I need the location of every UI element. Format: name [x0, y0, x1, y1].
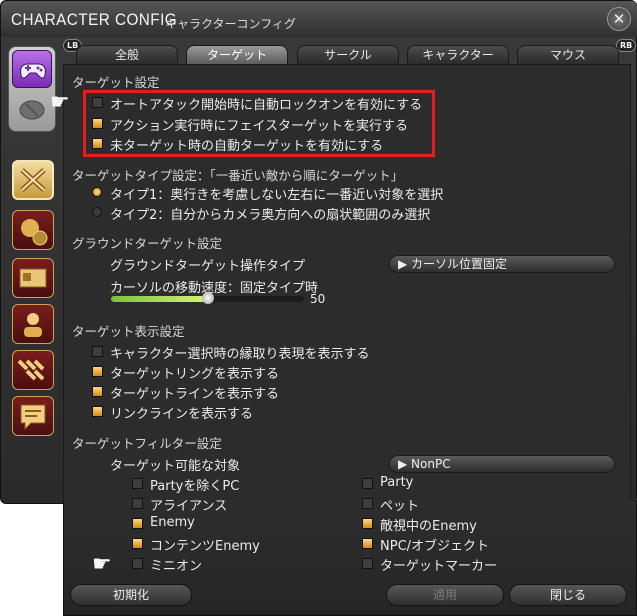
checkbox-filter-enemy[interactable]	[132, 518, 143, 529]
filter-aggro-enemy-label: 敵視中のEnemy	[380, 519, 477, 534]
pointing-hand-icon-2: ☛	[92, 552, 112, 577]
filter-party-label: Party	[380, 475, 414, 490]
ground-op-type-dropdown[interactable]: ▶ カーソル位置固定	[389, 255, 615, 273]
filter-npc-label: NPC/オブジェクト	[380, 539, 490, 554]
tab-mouse[interactable]: マウス	[517, 45, 619, 65]
filter-pc-label: Partyを除くPC	[150, 479, 240, 494]
close-icon[interactable]: ✕	[607, 7, 631, 31]
window-title: CHARACTER CONFIG	[11, 10, 178, 29]
title-bar[interactable]: CHARACTER CONFIG キャラクターコンフィグ ✕	[1, 1, 637, 37]
checkbox-filter-alliance[interactable]	[132, 498, 143, 509]
filter-content-enemy-label: コンテンツEnemy	[150, 539, 260, 554]
mouse-icon[interactable]	[12, 90, 52, 128]
option-target-ring-label: ターゲットリングを表示する	[110, 367, 280, 382]
option-outline-label: キャラクター選択時の縁取り表現を表示する	[110, 347, 370, 362]
cursor-speed-slider-knob[interactable]	[201, 292, 214, 304]
party-icon[interactable]	[12, 350, 54, 390]
option-link-line-label: リンクラインを表示する	[110, 407, 254, 422]
checkbox-outline[interactable]	[92, 346, 103, 357]
checkbox-filter-pc[interactable]	[132, 478, 143, 489]
filter-enemy-label: Enemy	[150, 515, 195, 530]
checkbox-filter-npc[interactable]	[362, 538, 373, 549]
crossed-swords-icon[interactable]	[12, 160, 54, 200]
checkbox-filter-aggro-enemy[interactable]	[362, 518, 373, 529]
cursor-speed-value: 50	[310, 292, 326, 306]
checkbox-target-ring[interactable]	[92, 366, 103, 377]
radio-type1[interactable]	[92, 187, 102, 197]
checkbox-filter-party[interactable]	[362, 478, 373, 489]
checkbox-filter-pet[interactable]	[362, 498, 373, 509]
character-icon[interactable]	[12, 304, 54, 344]
radio-type1-label: タイプ1：奥行きを考慮しない左右に一番近い対象を選択	[110, 188, 444, 203]
section-heading-target-display: ターゲット表示設定	[72, 324, 185, 339]
filter-minion-label: ミニオン	[150, 559, 203, 574]
checkbox-link-line[interactable]	[92, 406, 103, 417]
tab-bar: 全般 ターゲット サークル キャラクター マウス	[76, 45, 621, 65]
checkbox-target-line[interactable]	[92, 386, 103, 397]
close-button[interactable]: 閉じる	[509, 584, 627, 606]
section-heading-ground-target: グラウンドターゲット設定	[72, 236, 223, 251]
tab-general[interactable]: 全般	[76, 45, 178, 65]
checkbox-filter-target-marker[interactable]	[362, 558, 373, 569]
blank-area	[0, 504, 63, 616]
pointing-hand-icon: ☛	[50, 90, 70, 115]
filter-target-marker-label: ターゲットマーカー	[380, 559, 498, 574]
gamepad-icon[interactable]	[12, 50, 52, 88]
window-subtitle: キャラクターコンフィグ	[165, 17, 296, 31]
cursor-speed-label: カーソルの移動速度：固定タイプ時	[110, 281, 319, 296]
targetable-label: ターゲット可能な対象	[110, 459, 241, 474]
tab-target[interactable]: ターゲット	[186, 45, 288, 65]
filter-pet-label: ペット	[380, 499, 420, 514]
cursor-speed-slider[interactable]	[111, 292, 304, 304]
chat-icon[interactable]	[12, 396, 54, 436]
ground-op-type-label: グラウンドターゲット操作タイプ	[110, 259, 306, 274]
checkbox-filter-content-enemy[interactable]	[132, 538, 143, 549]
apply-button[interactable]: 適用	[386, 584, 504, 606]
filter-alliance-label: アライアンス	[150, 499, 228, 514]
targetable-dropdown[interactable]: ▶ NonPC	[389, 455, 615, 473]
id-card-icon[interactable]	[12, 258, 54, 298]
checkbox-filter-minion[interactable]	[132, 558, 143, 569]
section-heading-target-filter: ターゲットフィルター設定	[72, 436, 222, 451]
section-heading-target: ターゲット設定	[72, 75, 160, 90]
option-target-line-label: ターゲットラインを表示する	[110, 387, 280, 402]
tab-circle[interactable]: サークル	[297, 45, 399, 65]
section-heading-target-type: ターゲットタイプ設定：「一番近い敵から順にターゲット」	[72, 168, 404, 183]
money-bag-gear-icon[interactable]	[12, 210, 54, 250]
radio-type2[interactable]	[92, 207, 102, 217]
cursor-speed-slider-fill	[111, 296, 208, 302]
tab-character[interactable]: キャラクター	[407, 45, 509, 65]
highlight-box	[83, 90, 435, 157]
reset-button[interactable]: 初期化	[70, 584, 192, 606]
radio-type2-label: タイプ2：自分からカメラ奥方向への扇状範囲のみ選択	[110, 208, 431, 223]
